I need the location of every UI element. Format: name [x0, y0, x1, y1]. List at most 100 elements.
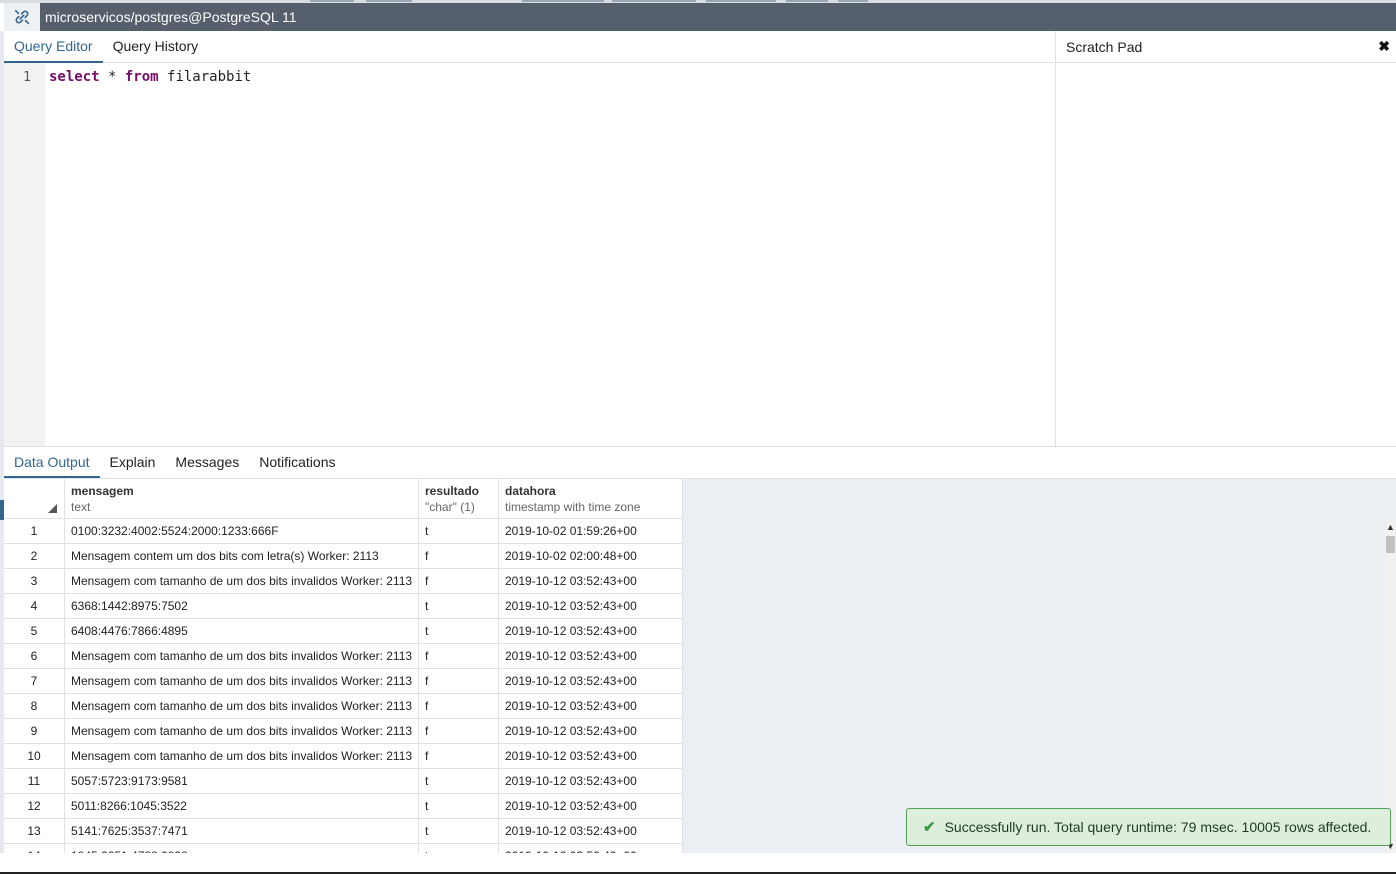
tab-explain[interactable]: Explain: [100, 447, 166, 478]
table-row[interactable]: 10 Mensagem com tamanho de um dos bits in…: [4, 744, 683, 769]
status-footer: [0, 853, 1396, 874]
vertical-scrollbar[interactable]: ▲ ▼: [1385, 519, 1396, 853]
tab-query-editor[interactable]: Query Editor: [4, 31, 103, 63]
row-number[interactable]: 9: [4, 719, 65, 743]
row-number[interactable]: 4: [4, 594, 65, 618]
table-row[interactable]: 141845:2851:4788:0828t2019-10-12 03:52:4…: [4, 844, 683, 853]
row-number[interactable]: 1: [4, 519, 65, 543]
tab-stub: [838, 0, 868, 2]
row-number[interactable]: 6: [4, 644, 65, 668]
cell-datahora[interactable]: 2019-10-12 03:52:43+00: [499, 619, 683, 643]
cell-datahora[interactable]: 2019-10-12 03:52:43+00: [499, 719, 683, 743]
close-icon[interactable]: ✖: [1378, 38, 1390, 55]
table-row[interactable]: 1 0100:3232:4002:5524:2000:1233:666F t 2019…: [4, 519, 683, 544]
cell-datahora[interactable]: 2019-10-12 03:52:43+00: [499, 694, 683, 718]
cell-resultado[interactable]: f: [419, 669, 499, 693]
scratch-pad-textarea[interactable]: [1055, 63, 1396, 446]
cell-mensagem[interactable]: 6408:4476:7866:4895: [65, 619, 419, 643]
cell-resultado[interactable]: t: [419, 594, 499, 618]
table-row[interactable]: 5 6408:4476:7866:4895 t 2019-10-12 03:52:43…: [4, 619, 683, 644]
cell-resultado[interactable]: t: [419, 844, 499, 853]
table-row[interactable]: 8 Mensagem com tamanho de um dos bits inv…: [4, 694, 683, 719]
cell-resultado[interactable]: t: [419, 819, 499, 843]
code-line[interactable]: select * from filarabbit: [49, 69, 251, 85]
cell-mensagem[interactable]: Mensagem com tamanho de um dos bits inva…: [65, 644, 419, 668]
table-row[interactable]: 9 Mensagem com tamanho de um dos bits inv…: [4, 719, 683, 744]
column-header-mensagem[interactable]: mensagem text: [65, 479, 419, 518]
cell-mensagem[interactable]: 5057:5723:9173:9581: [65, 769, 419, 793]
row-number[interactable]: 7: [4, 669, 65, 693]
cell-datahora[interactable]: 2019-10-12 03:52:43+00: [499, 819, 683, 843]
cell-resultado[interactable]: t: [419, 519, 499, 543]
cell-mensagem[interactable]: Mensagem com tamanho de um dos bits inva…: [65, 744, 419, 768]
table-row[interactable]: 12 5011:8266:1045:3522 t 2019-10-12 03:52:4…: [4, 794, 683, 819]
sql-keyword: from: [124, 69, 159, 85]
table-row[interactable]: 7 Mensagem com tamanho de um dos bits inv…: [4, 669, 683, 694]
column-header-datahora[interactable]: datahora timestamp with time zone: [499, 479, 683, 518]
cell-datahora[interactable]: 2019-10-12 03:52:43+00: [499, 744, 683, 768]
cell-mensagem[interactable]: Mensagem contem um dos bits com letra(s)…: [65, 544, 419, 568]
row-number[interactable]: 8: [4, 694, 65, 718]
column-type: timestamp with time zone: [505, 500, 641, 514]
row-number[interactable]: 13: [4, 819, 65, 843]
tab-query-history[interactable]: Query History: [103, 31, 209, 63]
cell-mensagem[interactable]: Mensagem com tamanho de um dos bits inva…: [65, 694, 419, 718]
cell-resultado[interactable]: f: [419, 744, 499, 768]
row-number[interactable]: 5: [4, 619, 65, 643]
cell-mensagem[interactable]: 5011:8266:1045:3522: [65, 794, 419, 818]
cell-datahora[interactable]: 2019-10-02 02:00:48+00: [499, 544, 683, 568]
cell-datahora[interactable]: 2019-10-02 01:59:26+00: [499, 519, 683, 543]
row-number[interactable]: 10: [4, 744, 65, 768]
scratch-pad-header: Scratch Pad ✖: [1055, 31, 1396, 63]
cell-datahora[interactable]: 2019-10-12 03:52:43+00: [499, 644, 683, 668]
sql-editor[interactable]: 1 select * from filarabbit: [4, 63, 1054, 446]
cell-resultado[interactable]: f: [419, 719, 499, 743]
table-row[interactable]: 2 Mensagem contem um dos bits com letra(s…: [4, 544, 683, 569]
tab-stub: [522, 0, 604, 2]
cell-resultado[interactable]: f: [419, 694, 499, 718]
cell-resultado[interactable]: t: [419, 794, 499, 818]
table-row[interactable]: 3 Mensagem com tamanho de um dos bits inv…: [4, 569, 683, 594]
cell-mensagem[interactable]: 5141:7625:3537:7471: [65, 819, 419, 843]
link-connection-icon: [14, 9, 30, 25]
cell-resultado[interactable]: t: [419, 619, 499, 643]
cell-datahora[interactable]: 2019-10-12 03:52:43+00: [499, 594, 683, 618]
tab-data-output[interactable]: Data Output: [4, 447, 100, 478]
tab-messages[interactable]: Messages: [165, 447, 249, 478]
results-grid: mensagem text resultado "char" (1) datah…: [4, 479, 1396, 853]
cell-resultado[interactable]: f: [419, 644, 499, 668]
cell-mensagem[interactable]: Mensagem com tamanho de um dos bits inva…: [65, 719, 419, 743]
success-toast: ✔ Successfully run. Total query runtime:…: [906, 808, 1391, 846]
column-header-resultado[interactable]: resultado "char" (1): [419, 479, 499, 518]
connection-status-button[interactable]: [4, 3, 40, 31]
cell-mensagem[interactable]: 1845:2851:4788:0828: [65, 844, 419, 853]
tab-notifications[interactable]: Notifications: [249, 447, 345, 478]
cell-datahora[interactable]: 2019-10-12 03:52:43+00: [499, 769, 683, 793]
cell-resultado[interactable]: t: [419, 769, 499, 793]
tab-stub: [310, 0, 354, 2]
row-number[interactable]: 11: [4, 769, 65, 793]
sql-keyword: select: [49, 69, 100, 85]
table-row[interactable]: 4 6368:1442:8975:7502 t 2019-10-12 03:52:43…: [4, 594, 683, 619]
grid-header: mensagem text resultado "char" (1) datah…: [4, 479, 683, 519]
table-row[interactable]: 11 5057:5723:9173:9581 t 2019-10-12 03:52:4…: [4, 769, 683, 794]
scroll-up-arrow-icon[interactable]: ▲: [1386, 522, 1395, 532]
cell-datahora[interactable]: 2019-10-12 03:52:43+00: [499, 844, 683, 853]
table-row[interactable]: 6 Mensagem com tamanho de um dos bits inv…: [4, 644, 683, 669]
cell-mensagem[interactable]: Mensagem com tamanho de um dos bits inva…: [65, 669, 419, 693]
cell-datahora[interactable]: 2019-10-12 03:52:43+00: [499, 794, 683, 818]
cell-datahora[interactable]: 2019-10-12 03:52:43+00: [499, 669, 683, 693]
table-row[interactable]: 13 5141:7625:3537:7471 t 2019-10-12 03:52:4…: [4, 819, 683, 844]
scrollbar-thumb[interactable]: [1386, 536, 1395, 553]
cell-resultado[interactable]: f: [419, 569, 499, 593]
row-number[interactable]: 12: [4, 794, 65, 818]
cell-mensagem[interactable]: 6368:1442:8975:7502: [65, 594, 419, 618]
cell-resultado[interactable]: f: [419, 544, 499, 568]
row-number[interactable]: 2: [4, 544, 65, 568]
select-all-corner[interactable]: [4, 479, 65, 518]
cell-mensagem[interactable]: Mensagem com tamanho de um dos bits inva…: [65, 569, 419, 593]
cell-mensagem[interactable]: 0100:3232:4002:5524:2000:1233:666F: [65, 519, 419, 543]
cell-datahora[interactable]: 2019-10-12 03:52:43+00: [499, 569, 683, 593]
row-number[interactable]: 14: [4, 844, 65, 853]
row-number[interactable]: 3: [4, 569, 65, 593]
